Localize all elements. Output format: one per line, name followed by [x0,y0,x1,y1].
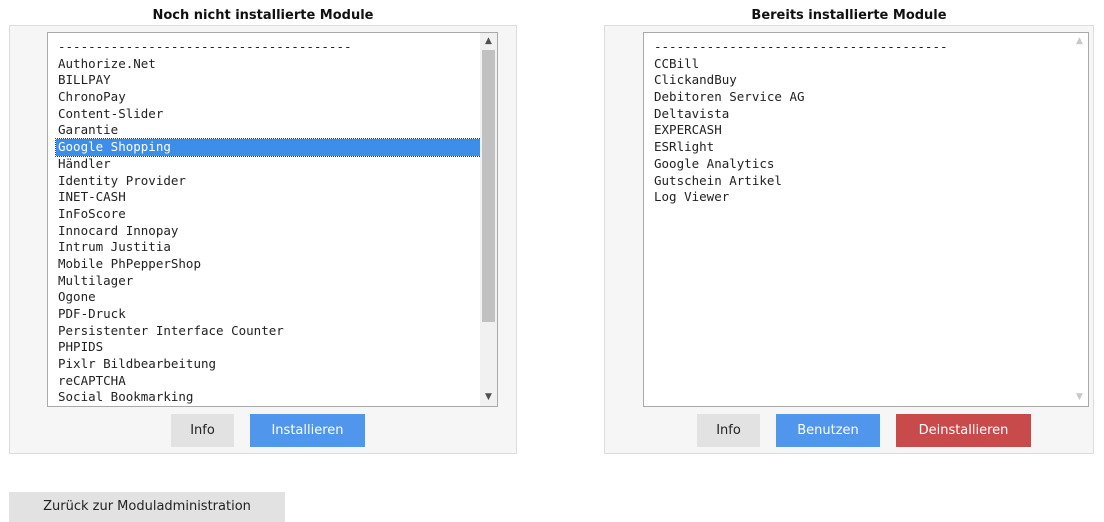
module-option[interactable]: Google Shopping [55,138,490,157]
module-option[interactable]: Google Analytics [652,156,1080,173]
module-option[interactable]: BILLPAY [56,72,489,89]
available-modules-panel: --------------------------------------- A… [9,25,517,454]
module-option[interactable]: PHPIDS [56,339,489,356]
module-option[interactable]: Garantie [56,122,489,139]
chevron-down-icon[interactable]: ▼ [480,389,497,406]
module-option[interactable]: Mobile PhPepperShop [56,256,489,273]
module-option[interactable]: Pixlr Bildbearbeitung [56,356,489,373]
module-option[interactable]: Multilager [56,273,489,290]
chevron-up-icon[interactable]: ▲ [480,33,497,50]
module-option[interactable]: EXPERCASH [652,122,1080,139]
module-option[interactable]: Authorize.Net [56,56,489,73]
chevron-up-icon: ▲ [1076,36,1083,46]
module-option[interactable]: Persistenter Interface Counter [56,323,489,340]
module-option[interactable]: Ogone [56,289,489,306]
module-option[interactable]: Content-Slider [56,106,489,123]
module-option[interactable]: Social Bookmarking [56,389,489,406]
module-option[interactable]: PDF-Druck [56,306,489,323]
installed-modules-scrollbar: ▲ ▼ [1071,33,1088,406]
chevron-down-icon: ▼ [1076,392,1083,402]
available-modules-scrollbar[interactable]: ▲ ▼ [480,33,497,406]
module-option[interactable]: INET-CASH [56,189,489,206]
module-option[interactable]: Intrum Justitia [56,239,489,256]
module-option[interactable]: CCBill [652,56,1080,73]
available-info-button[interactable]: Info [171,414,234,447]
installed-modules-listbox[interactable]: --------------------------------------- C… [643,32,1089,407]
available-modules-list: --------------------------------------- A… [55,39,490,406]
installed-modules-list: --------------------------------------- C… [652,39,1080,206]
module-option[interactable]: Innocard Innopay [56,223,489,240]
module-option[interactable]: ESRlight [652,139,1080,156]
scroll-thumb[interactable] [482,50,495,322]
uninstall-button[interactable]: Deinstallieren [896,414,1031,447]
module-option[interactable]: InFoScore [56,206,489,223]
module-option[interactable]: ClickandBuy [652,72,1080,89]
available-modules-title: Noch nicht installierte Module [152,8,374,23]
installed-info-button[interactable]: Info [697,414,760,447]
installed-modules-panel: --------------------------------------- C… [604,25,1094,454]
module-option[interactable]: Händler [56,156,489,173]
back-to-module-admin-button[interactable]: Zurück zur Moduladministration [9,492,285,522]
module-option[interactable]: Deltavista [652,106,1080,123]
separator-option[interactable]: --------------------------------------- [56,39,489,56]
module-option[interactable]: Identity Provider [56,173,489,190]
separator-option[interactable]: --------------------------------------- [652,39,1080,56]
use-button[interactable]: Benutzen [776,414,880,447]
installed-modules-title: Bereits installierte Module [751,8,947,23]
module-option[interactable]: Debitoren Service AG [652,89,1080,106]
available-modules-listbox[interactable]: --------------------------------------- A… [47,32,498,407]
module-option[interactable]: Log Viewer [652,189,1080,206]
install-button[interactable]: Installieren [250,414,365,447]
module-option[interactable]: reCAPTCHA [56,373,489,390]
module-option[interactable]: ChronoPay [56,89,489,106]
module-option[interactable]: Gutschein Artikel [652,173,1080,190]
